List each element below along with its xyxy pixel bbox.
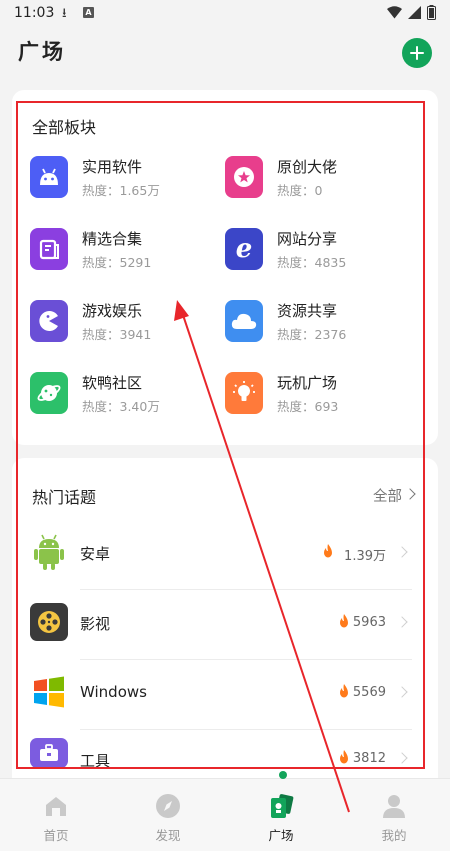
- android-robot-icon: [30, 533, 68, 571]
- board-heat: 热度：4835: [277, 255, 347, 270]
- battery-icon: [427, 5, 436, 20]
- topic-name: 影视: [80, 615, 111, 633]
- board-heat: 热度：0: [277, 183, 323, 198]
- topic-name: Windows: [80, 683, 147, 701]
- nav-item-plaza[interactable]: 广场: [225, 779, 337, 851]
- board-heat: 热度：3941: [82, 327, 152, 342]
- system-icons: [387, 5, 436, 20]
- topic-name: 安卓: [80, 545, 111, 563]
- planet-icon: [30, 372, 68, 414]
- status-bar: 11:03 ⭳ A: [0, 0, 450, 26]
- topic-count: 1.39万: [344, 549, 386, 564]
- signal-icon: [408, 6, 421, 19]
- ie-browser-icon: e: [225, 228, 263, 270]
- collection-icon: [30, 228, 68, 270]
- board-item-games[interactable]: 游戏娱乐 热度：3941: [30, 300, 220, 350]
- bottom-nav: 首页 发现 广场 我的: [0, 778, 450, 851]
- nav-item-home[interactable]: 首页: [0, 779, 112, 851]
- topic-row-windows[interactable]: Windows 5569: [12, 660, 438, 730]
- topics-title: 热门话题: [32, 488, 97, 507]
- page-title: 广场: [18, 40, 66, 64]
- wifi-icon: [387, 6, 402, 19]
- flame-icon: [340, 750, 348, 764]
- board-item-featured-collection[interactable]: 精选合集 热度：5291: [30, 228, 220, 278]
- board-item-practical-software[interactable]: 实用软件 热度：1.65万: [30, 156, 220, 206]
- flame-icon: [340, 684, 348, 698]
- pacman-icon: [30, 300, 68, 342]
- compass-icon: [156, 794, 180, 818]
- board-heat: 热度：2376: [277, 327, 347, 342]
- boards-card: 全部板块 实用软件 热度：1.65万 原创大佬 热度：0 精选合集 热度：529…: [12, 90, 438, 445]
- chevron-right-icon: [396, 616, 408, 628]
- board-name: 精选合集: [82, 230, 143, 248]
- status-time: 11:03: [14, 5, 55, 21]
- board-name: 网站分享: [277, 230, 338, 248]
- cloud-icon: [225, 300, 263, 342]
- flame-icon: [324, 544, 332, 558]
- nav-label: 广场: [268, 828, 294, 843]
- board-heat: 热度：1.65万: [82, 183, 160, 198]
- bulb-icon: [225, 372, 263, 414]
- topic-row-film[interactable]: 影视 5963: [12, 590, 438, 660]
- nav-label: 我的: [381, 828, 407, 843]
- board-name: 原创大佬: [277, 158, 338, 176]
- nav-label: 发现: [155, 828, 181, 843]
- chevron-right-icon: [396, 546, 408, 558]
- windows-logo-icon: [30, 673, 68, 711]
- download-icon: ⭳: [62, 6, 67, 21]
- film-reel-icon: [30, 603, 68, 641]
- nav-label: 首页: [43, 828, 69, 843]
- topic-count: 3812: [352, 751, 386, 766]
- board-item-resource-sharing[interactable]: 资源共享 热度：2376: [225, 300, 415, 350]
- nav-item-discover[interactable]: 发现: [112, 779, 224, 851]
- topic-row-android[interactable]: 安卓 1.39万: [12, 520, 438, 590]
- board-heat: 热度：5291: [82, 255, 152, 270]
- flame-icon: [340, 614, 348, 628]
- board-item-device-plaza[interactable]: 玩机广场 热度：693: [225, 372, 415, 422]
- plaza-icon: [271, 794, 294, 818]
- board-name: 软鸭社区: [82, 374, 143, 392]
- board-item-website-sharing[interactable]: e 网站分享 热度：4835: [225, 228, 415, 278]
- nav-item-profile[interactable]: 我的: [338, 779, 450, 851]
- board-name: 实用软件: [82, 158, 143, 176]
- topic-count: 5963: [352, 615, 386, 630]
- topic-name: 工具: [80, 752, 111, 770]
- topic-count: 5569: [352, 685, 386, 700]
- board-item-original-experts[interactable]: 原创大佬 热度：0: [225, 156, 415, 206]
- board-heat: 热度：3.40万: [82, 399, 160, 414]
- topics-card: 热门话题 全部 安卓 1.39万 影视 5963 Windows 5569 工具…: [12, 458, 438, 788]
- notification-a-icon: A: [83, 7, 94, 18]
- boards-title: 全部板块: [32, 118, 97, 137]
- board-item-community[interactable]: 软鸭社区 热度：3.40万: [30, 372, 220, 422]
- board-name: 资源共享: [277, 302, 338, 320]
- profile-icon: [383, 795, 405, 818]
- chevron-right-icon: [396, 686, 408, 698]
- board-name: 玩机广场: [277, 374, 338, 392]
- chevron-right-icon: [404, 488, 416, 500]
- board-heat: 热度：693: [277, 399, 339, 414]
- board-name: 游戏娱乐: [82, 302, 143, 320]
- active-indicator-dot: [279, 771, 287, 779]
- star-badge-icon: [225, 156, 263, 198]
- add-button[interactable]: [402, 38, 432, 68]
- home-icon: [46, 797, 66, 816]
- chevron-right-icon: [396, 752, 408, 764]
- topics-all-link[interactable]: 全部: [373, 485, 402, 506]
- toolbox-icon: [30, 738, 68, 768]
- android-icon: [30, 156, 68, 198]
